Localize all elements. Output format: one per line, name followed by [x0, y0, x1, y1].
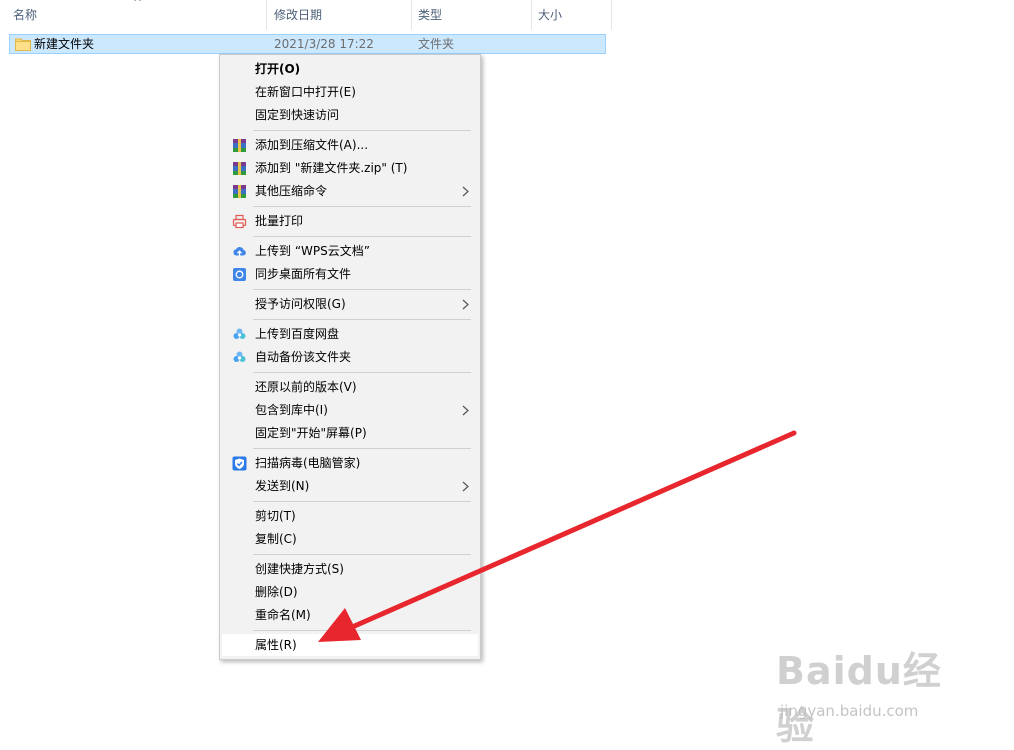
- menu-label: 在新窗口中打开(E): [255, 85, 356, 99]
- menu-label: 复制(C): [255, 532, 297, 546]
- menu-rename[interactable]: 重命名(M): [222, 604, 478, 626]
- menu-label: 固定到"开始"屏幕(P): [255, 426, 367, 440]
- file-row-selected[interactable]: 新建文件夹 2021/3/28 17:22 文件夹: [9, 34, 606, 54]
- column-size[interactable]: 大小: [538, 0, 562, 30]
- column-divider[interactable]: [266, 0, 267, 30]
- printer-icon: [232, 214, 247, 229]
- menu-label: 固定到快速访问: [255, 108, 340, 122]
- column-header: ^ 名称 修改日期 类型 大小: [0, 0, 612, 30]
- menu-label: 上传到百度网盘: [255, 327, 340, 341]
- menu-add-to-zip[interactable]: 添加到 "新建文件夹.zip" (T): [222, 157, 478, 179]
- column-name[interactable]: 名称: [13, 0, 37, 30]
- menu-include-library[interactable]: 包含到库中(I): [222, 399, 478, 421]
- chevron-right-icon: [462, 475, 469, 492]
- column-type[interactable]: 类型: [418, 0, 442, 30]
- menu-add-to-archive[interactable]: 添加到压缩文件(A)...: [222, 134, 478, 156]
- menu-separator: [253, 130, 471, 131]
- menu-label: 删除(D): [255, 585, 298, 599]
- menu-separator: [253, 236, 471, 237]
- menu-grant-access[interactable]: 授予访问权限(G): [222, 293, 478, 315]
- menu-delete[interactable]: 删除(D): [222, 581, 478, 603]
- menu-separator: [253, 554, 471, 555]
- menu-separator: [253, 630, 471, 631]
- menu-scan-virus[interactable]: 扫描病毒(电脑管家): [222, 452, 478, 474]
- menu-label: 发送到(N): [255, 479, 310, 493]
- chevron-right-icon: [462, 293, 469, 310]
- menu-label: 还原以前的版本(V): [255, 380, 357, 394]
- menu-separator: [253, 372, 471, 373]
- chevron-right-icon: [462, 180, 469, 197]
- menu-label: 添加到压缩文件(A)...: [255, 138, 369, 152]
- sort-ascending-icon[interactable]: ^: [133, 0, 142, 9]
- watermark-url: jingyan.baidu.com: [780, 702, 919, 720]
- menu-separator: [253, 501, 471, 502]
- menu-upload-wps[interactable]: 上传到 “WPS云文档”: [222, 240, 478, 262]
- menu-open[interactable]: 打开(O): [222, 58, 478, 80]
- menu-label: 同步桌面所有文件: [255, 267, 352, 281]
- file-name: 新建文件夹: [34, 37, 95, 51]
- menu-separator: [253, 448, 471, 449]
- menu-label: 创建快捷方式(S): [255, 562, 344, 576]
- file-type: 文件夹: [418, 37, 455, 51]
- menu-label: 上传到 “WPS云文档”: [255, 244, 370, 258]
- baidu-jingyan-watermark: Baidu经验 jingyan.baidu.com: [776, 640, 966, 748]
- menu-cut[interactable]: 剪切(T): [222, 505, 478, 527]
- menu-label: 自动备份该文件夹: [255, 350, 352, 364]
- context-menu: 打开(O) 在新窗口中打开(E) 固定到快速访问 添加到压缩文件(A)... 添…: [219, 54, 481, 660]
- menu-create-shortcut[interactable]: 创建快捷方式(S): [222, 558, 478, 580]
- menu-sync-desktop[interactable]: 同步桌面所有文件: [222, 263, 478, 285]
- menu-auto-backup[interactable]: 自动备份该文件夹: [222, 346, 478, 368]
- sync-icon: [232, 267, 247, 282]
- menu-label: 批量打印: [255, 214, 304, 228]
- shield-icon: [232, 456, 247, 471]
- menu-label: 包含到库中(I): [255, 403, 328, 417]
- winrar-icon: [232, 184, 247, 199]
- chevron-right-icon: [462, 399, 469, 416]
- baidu-netdisk-icon: [232, 350, 247, 365]
- menu-copy[interactable]: 复制(C): [222, 528, 478, 550]
- column-divider[interactable]: [411, 0, 412, 30]
- column-divider[interactable]: [531, 0, 532, 30]
- menu-label: 属性(R): [255, 638, 297, 652]
- menu-separator: [253, 206, 471, 207]
- winrar-icon: [232, 161, 247, 176]
- menu-label: 添加到 "新建文件夹.zip" (T): [255, 161, 408, 175]
- column-divider[interactable]: [611, 0, 612, 30]
- menu-pin-start[interactable]: 固定到"开始"屏幕(P): [222, 422, 478, 444]
- menu-properties[interactable]: 属性(R): [222, 634, 478, 656]
- menu-label: 打开(O): [255, 62, 301, 76]
- menu-label: 剪切(T): [255, 509, 296, 523]
- file-modified: 2021/3/28 17:22: [274, 37, 374, 51]
- column-modified[interactable]: 修改日期: [274, 0, 322, 30]
- menu-separator: [253, 289, 471, 290]
- menu-batch-print[interactable]: 批量打印: [222, 210, 478, 232]
- menu-open-new-window[interactable]: 在新窗口中打开(E): [222, 81, 478, 103]
- annotation-arrow: [318, 430, 797, 642]
- baidu-netdisk-icon: [232, 327, 247, 342]
- menu-label: 重命名(M): [255, 608, 311, 622]
- folder-icon: [15, 37, 31, 51]
- cloud-upload-icon: [232, 244, 247, 259]
- menu-pin-quick-access[interactable]: 固定到快速访问: [222, 104, 478, 126]
- menu-more-compress[interactable]: 其他压缩命令: [222, 180, 478, 202]
- watermark-brand: Baidu经验: [776, 649, 942, 748]
- menu-restore-versions[interactable]: 还原以前的版本(V): [222, 376, 478, 398]
- menu-label: 扫描病毒(电脑管家): [255, 456, 361, 470]
- menu-label: 其他压缩命令: [255, 184, 328, 198]
- menu-upload-baidu[interactable]: 上传到百度网盘: [222, 323, 478, 345]
- menu-send-to[interactable]: 发送到(N): [222, 475, 478, 497]
- menu-label: 授予访问权限(G): [255, 297, 346, 311]
- winrar-icon: [232, 138, 247, 153]
- menu-separator: [253, 319, 471, 320]
